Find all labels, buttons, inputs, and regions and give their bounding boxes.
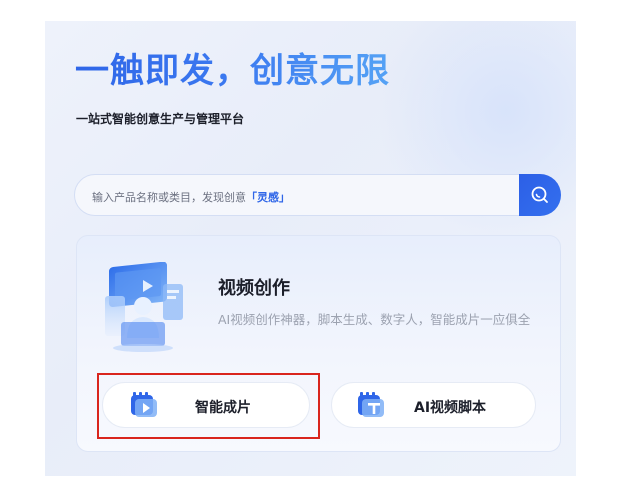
search-placeholder-highlight: 「灵感」 — [246, 191, 290, 204]
search-bar[interactable]: 输入产品名称或类目，发现创意「灵感」 — [74, 174, 561, 216]
card-description: AI视频创作神器，脚本生成、数字人，智能成片一应俱全 — [218, 312, 531, 327]
script-text-icon — [358, 392, 384, 417]
page: 一触即发，创意无限 一站式智能创意生产与管理平台 输入产品名称或类目，发现创意「… — [0, 0, 624, 489]
search-button[interactable] — [519, 174, 561, 216]
ai-video-script-button[interactable]: AI视频脚本 — [331, 382, 536, 428]
search-input[interactable]: 输入产品名称或类目，发现创意「灵感」 — [92, 189, 290, 205]
video-creation-illustration — [105, 262, 183, 352]
ai-video-script-label: AI视频脚本 — [414, 400, 487, 416]
hero-subtitle: 一站式智能创意生产与管理平台 — [76, 112, 245, 126]
search-icon — [531, 186, 548, 203]
card-title: 视频创作 — [218, 278, 290, 299]
hero-title: 一触即发，创意无限 — [75, 43, 390, 92]
highlight-box — [97, 373, 320, 439]
search-placeholder-text: 输入产品名称或类目，发现创意 — [92, 191, 246, 204]
